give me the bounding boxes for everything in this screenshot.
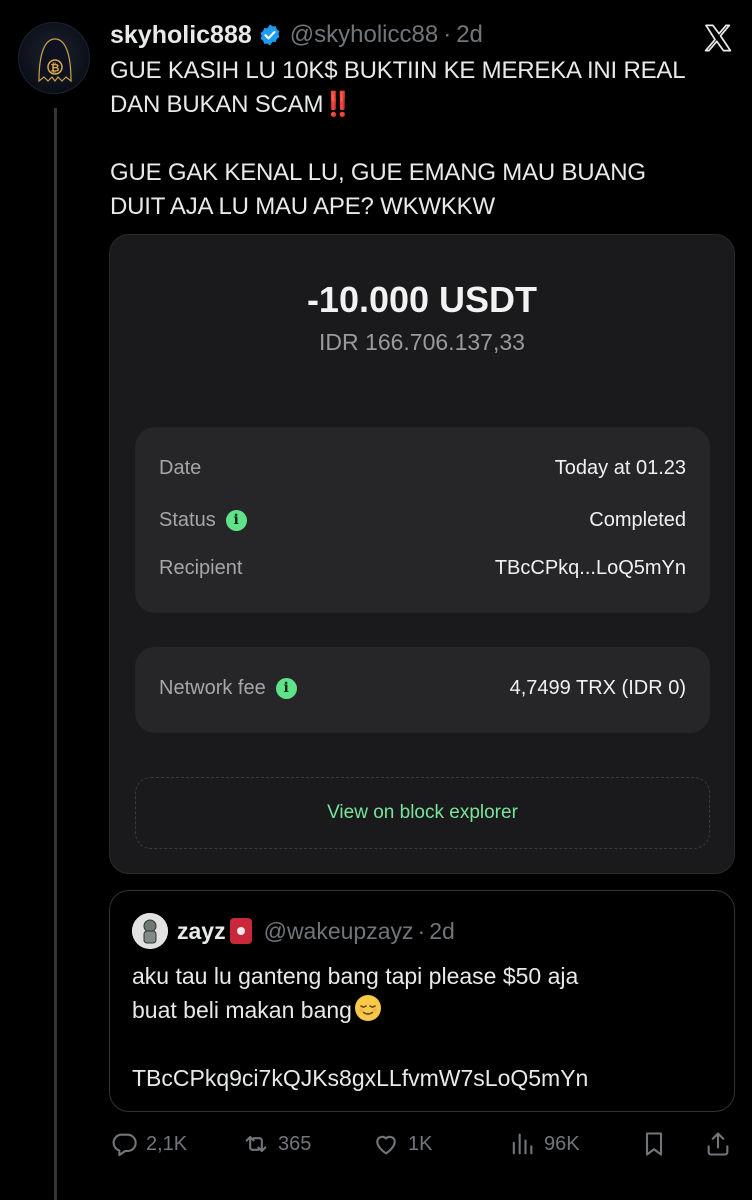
bookmark-button[interactable] <box>640 1130 676 1158</box>
detail-label: Date <box>159 457 202 479</box>
like-button[interactable]: 1K <box>372 1130 432 1158</box>
detail-label: Status <box>159 509 216 531</box>
quote-header: zayz @wakeupzayz · 2d <box>132 913 455 949</box>
tweet-text-line1: GUE KASIH LU 10K$ BUKTIIN KE MEREKA INI … <box>110 57 686 84</box>
tweet-text: GUE KASIH LU 10K$ BUKTIIN KE MEREKA INI … <box>110 54 730 224</box>
verified-badge-icon <box>260 24 280 46</box>
author-avatar[interactable]: ₿ <box>18 22 90 94</box>
double-exclamation-emoji: ‼️ <box>323 91 353 118</box>
reply-icon <box>112 1133 137 1157</box>
bitcoin-ghost-icon: ₿ <box>38 38 72 83</box>
share-icon <box>707 1132 729 1156</box>
detail-value: Today at 01.23 <box>554 457 686 479</box>
author-handle[interactable]: @skyholicc88 <box>290 21 438 49</box>
view-on-block-explorer-button[interactable]: View on block explorer <box>135 777 710 849</box>
views-count: 96K <box>544 1132 580 1155</box>
author-name[interactable]: skyholic888 <box>110 21 252 50</box>
retweet-count: 365 <box>278 1132 312 1155</box>
reply-button[interactable]: 2,1K <box>110 1130 187 1158</box>
quote-author-name[interactable]: zayz <box>177 918 226 945</box>
detail-row-date: Date Today at 01.23 <box>159 457 686 480</box>
tweet-text-line2: DAN BUKAN SCAM <box>110 91 324 118</box>
views-icon <box>512 1133 533 1155</box>
quote-avatar[interactable] <box>132 913 168 949</box>
detail-row-status: Status i Completed <box>159 509 686 532</box>
quote-text: aku tau lu ganteng bang tapi please $50 … <box>132 959 722 1095</box>
tweet-age[interactable]: 2d <box>456 21 483 49</box>
retweet-button[interactable]: 365 <box>242 1130 311 1158</box>
info-icon[interactable]: i <box>275 678 297 699</box>
tweet-text-paragraph2: GUE GAK KENAL LU, GUE EMANG MAU BUANG DU… <box>110 159 646 220</box>
x-logo-icon <box>704 24 732 52</box>
astronaut-avatar-icon <box>132 913 168 949</box>
retweet-icon <box>245 1135 267 1153</box>
bookmark-icon <box>645 1132 663 1156</box>
quote-age[interactable]: 2d <box>429 918 455 945</box>
fee-label: Network fee <box>159 677 266 699</box>
receipt-image[interactable]: -10.000 USDT IDR 166.706.137,33 Date Tod… <box>109 234 735 874</box>
views-button[interactable]: 96K <box>508 1130 580 1158</box>
flag-emoji-icon <box>229 918 252 944</box>
info-icon[interactable]: i <box>225 510 247 531</box>
detail-value: Completed <box>589 509 686 531</box>
thread-line <box>54 108 57 1200</box>
relieved-face-emoji-icon <box>354 995 381 1021</box>
tweet-actions: 2,1K 365 1K 96K <box>108 1124 736 1164</box>
quoted-tweet[interactable]: zayz @wakeupzayz · 2d aku tau lu ganteng… <box>109 890 735 1112</box>
reply-count: 2,1K <box>146 1132 188 1155</box>
svg-text:₿: ₿ <box>51 62 60 75</box>
wallet-address[interactable]: TBcCPkq9ci7kQJKs8gxLLfvmW7sLoQ5mYn <box>132 1065 588 1091</box>
like-icon <box>376 1135 396 1155</box>
quote-author-handle[interactable]: @wakeupzayz <box>264 918 414 945</box>
network-fee-card: Network fee i 4,7499 TRX (IDR 0) <box>135 647 710 733</box>
transfer-amount: -10.000 USDT <box>306 279 538 320</box>
transfer-amount-idr: IDR 166.706.137,33 <box>319 329 525 355</box>
fee-row: Network fee i 4,7499 TRX (IDR 0) <box>159 677 686 700</box>
separator-dot: · <box>443 21 452 48</box>
fee-value: 4,7499 TRX (IDR 0) <box>509 677 686 699</box>
like-count: 1K <box>408 1132 433 1155</box>
share-button[interactable] <box>704 1130 740 1158</box>
detail-label: Recipient <box>159 557 243 579</box>
tweet-header: skyholic888 @skyholicc88 · 2d <box>110 18 732 52</box>
separator-dot: · <box>417 917 426 944</box>
detail-row-recipient: Recipient TBcCPkq...LoQ5mYn <box>159 557 686 580</box>
transaction-details-card: Date Today at 01.23 Status i Completed Re… <box>135 427 710 613</box>
detail-value: TBcCPkq...LoQ5mYn <box>494 557 686 579</box>
